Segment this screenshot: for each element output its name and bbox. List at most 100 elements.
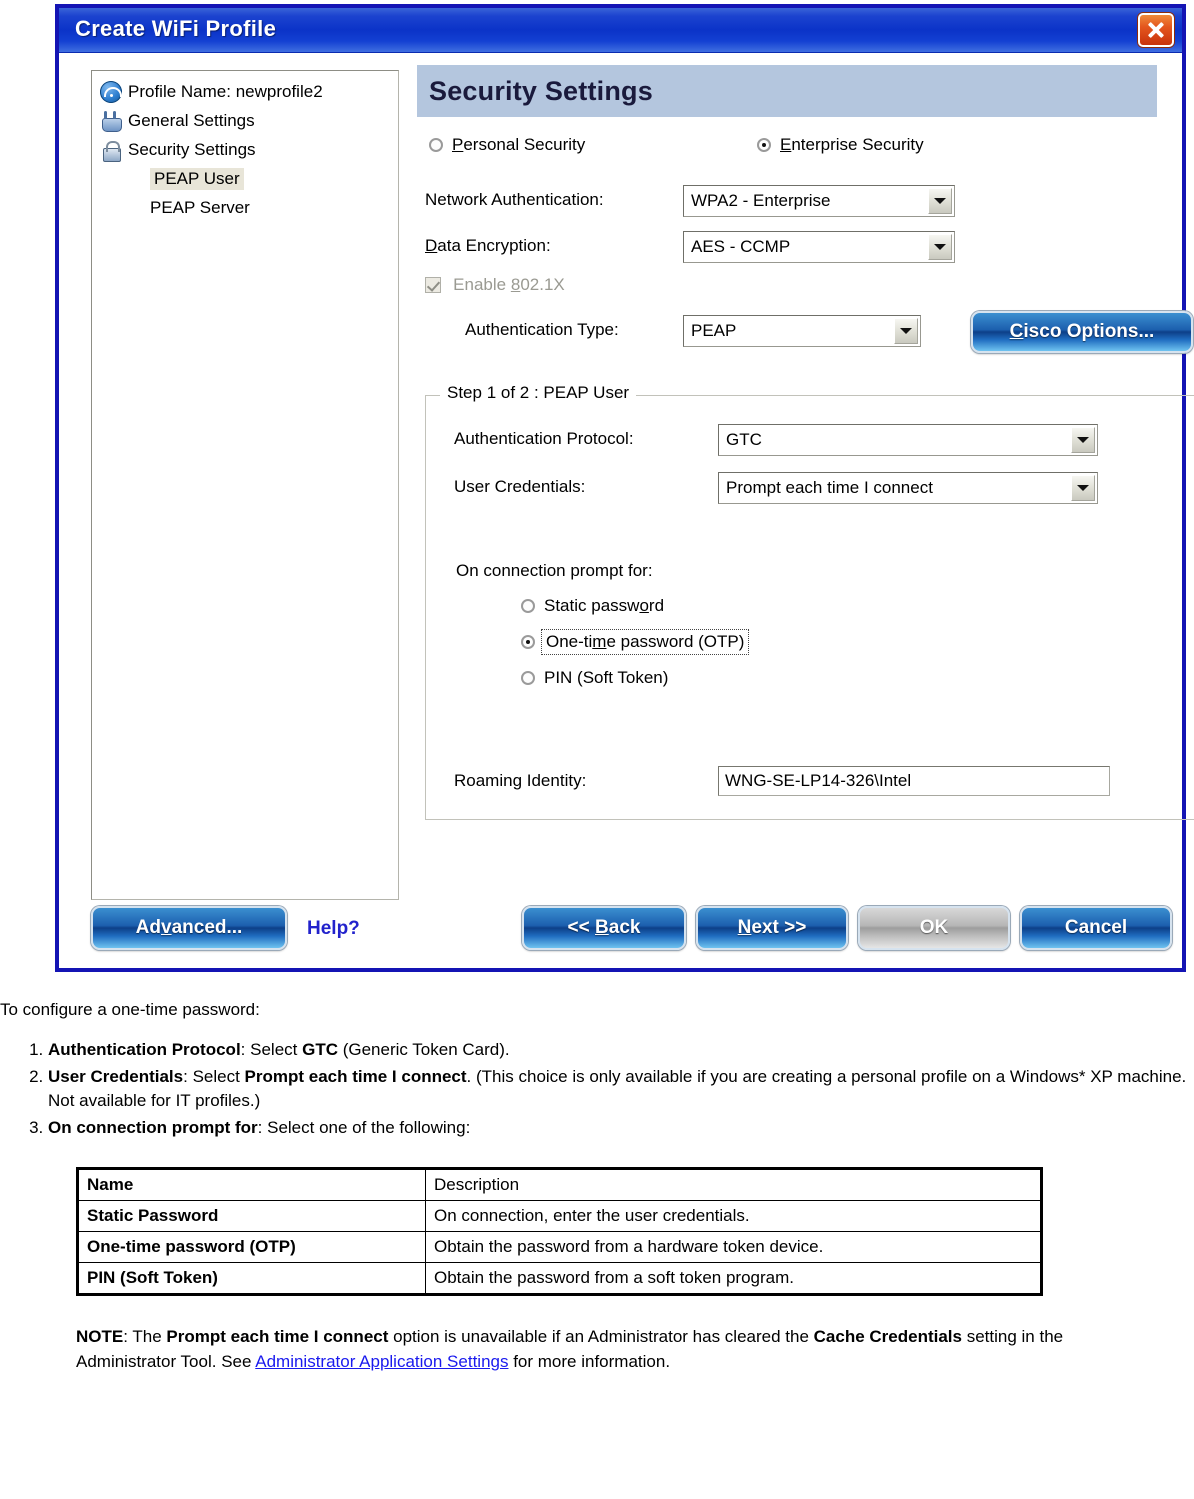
enable-8021x-checkbox[interactable] [425, 277, 441, 293]
cancel-button[interactable]: Cancel [1020, 906, 1172, 950]
table-cell-name: One-time password (OTP) [77, 1230, 426, 1263]
steps-list: Authentication Protocol: Select GTC (Gen… [0, 1038, 1194, 1141]
table-row: PIN (Soft Token) Obtain the password fro… [77, 1261, 1042, 1295]
table-cell-name: Static Password [77, 1199, 426, 1232]
dialog-titlebar: Create WiFi Profile [59, 8, 1182, 53]
list-item: User Credentials: Select Prompt each tim… [48, 1065, 1194, 1114]
enable-8021x-row: Enable 802.1X [417, 275, 1168, 303]
dialog-button-bar: Advanced... Help? << Back Next >> OK Can… [59, 906, 1182, 954]
help-link[interactable]: Help? [307, 918, 360, 940]
tree-item-peap-user[interactable]: PEAP User [92, 164, 398, 193]
column-header-name: Name [77, 1167, 426, 1201]
radio-personal-security[interactable]: Personal Security [429, 135, 585, 155]
advanced-button[interactable]: Advanced... [91, 906, 287, 950]
authentication-type-select[interactable]: PEAP [683, 315, 921, 347]
radio-enterprise-security[interactable]: Enterprise Security [757, 135, 924, 155]
note-paragraph: NOTE: The Prompt each time I connect opt… [76, 1324, 1086, 1375]
options-table: Name Description Static Password On conn… [76, 1166, 1043, 1296]
step-group-title: Step 1 of 2 : PEAP User [440, 383, 637, 403]
table-row: Static Password On connection, enter the… [77, 1199, 1042, 1232]
step-bold-b: GTC [302, 1040, 338, 1059]
network-authentication-label: Network Authentication: [425, 190, 604, 209]
table-cell-description: Obtain the password from a soft token pr… [425, 1261, 1042, 1295]
data-encryption-value: AES - CCMP [691, 237, 791, 256]
radio-one-time-password[interactable]: One-time password (OTP) [521, 629, 750, 655]
intro-paragraph: To configure a one-time password: [0, 1000, 260, 1019]
wifi-icon [100, 80, 122, 103]
documentation-body: To configure a one-time password: Authen… [0, 1000, 1194, 1375]
table-row: One-time password (OTP) Obtain the passw… [77, 1230, 1042, 1263]
radio-indicator [757, 138, 771, 152]
cisco-options-button[interactable]: Cisco Options... [971, 311, 1193, 353]
table-cell-description: On connection, enter the user credential… [425, 1199, 1042, 1232]
section-header: Security Settings [417, 65, 1157, 117]
tree-item-label: General Settings [128, 110, 255, 130]
next-button[interactable]: Next >> [696, 906, 848, 950]
tree-item-label: PEAP User [150, 167, 244, 190]
roaming-identity-input[interactable]: WNG-SE-LP14-326\Intel [718, 766, 1110, 796]
dialog-body: Profile Name: newprofile2 General Settin… [59, 53, 1194, 968]
cancel-button-label: Cancel [1064, 917, 1128, 938]
authentication-protocol-row: Authentication Protocol: GTC [448, 424, 1188, 458]
data-encryption-select[interactable]: AES - CCMP [683, 231, 955, 263]
tree-item-security-settings[interactable]: Security Settings [92, 135, 398, 164]
tree-item-label: Profile Name: newprofile2 [128, 81, 323, 101]
step-bold-b: Prompt each time I connect [244, 1066, 467, 1086]
list-item: On connection prompt for: Select one of … [48, 1116, 1194, 1141]
chevron-down-icon[interactable] [1071, 427, 1095, 453]
authentication-type-value: PEAP [691, 321, 737, 340]
radio-indicator [429, 138, 443, 152]
radio-pin-soft-token[interactable]: PIN (Soft Token) [521, 668, 668, 688]
tree-item-peap-server[interactable]: PEAP Server [92, 193, 398, 222]
chevron-down-icon[interactable] [928, 234, 952, 260]
note-part4: for more information. [508, 1352, 671, 1372]
ok-button-label: OK [919, 917, 949, 938]
chevron-down-icon[interactable] [894, 318, 918, 344]
ok-button[interactable]: OK [858, 906, 1010, 950]
chevron-down-icon[interactable] [928, 188, 952, 214]
note-part1: : The [123, 1326, 167, 1346]
step-group-content: Authentication Protocol: GTC User Creden… [448, 424, 1188, 506]
step-rest-b: (Generic Token Card). [337, 1040, 510, 1059]
roaming-identity-label: Roaming Identity: [454, 771, 587, 790]
list-item: Authentication Protocol: Select GTC (Gen… [48, 1038, 1194, 1063]
prompt-for-label: On connection prompt for: [456, 561, 653, 580]
data-encryption-row: Data Encryption: AES - CCMP [417, 231, 1168, 265]
tree-item-profile-name[interactable]: Profile Name: newprofile2 [92, 77, 398, 106]
roaming-identity-value: WNG-SE-LP14-326\Intel [725, 771, 912, 790]
user-credentials-label: User Credentials: [454, 477, 586, 496]
create-wifi-profile-dialog: Create WiFi Profile Profile Name: newpro… [55, 4, 1194, 972]
note-label: NOTE [76, 1326, 124, 1346]
radio-indicator [521, 635, 535, 649]
authentication-protocol-value: GTC [726, 430, 762, 449]
device-icon [100, 110, 122, 132]
authentication-type-label: Authentication Type: [465, 320, 619, 339]
authentication-protocol-select[interactable]: GTC [718, 424, 1098, 456]
security-mode-radio-group: Personal Security Enterprise Security [417, 135, 1168, 163]
radio-indicator [521, 599, 535, 613]
user-credentials-select[interactable]: Prompt each time I connect [718, 472, 1098, 504]
lock-icon [100, 139, 122, 162]
network-authentication-select[interactable]: WPA2 - Enterprise [683, 185, 955, 217]
radio-static-password[interactable]: Static password [521, 596, 664, 616]
step-rest-a: : Select one of the following: [257, 1117, 471, 1137]
network-authentication-value: WPA2 - Enterprise [691, 191, 831, 210]
dialog-title: Create WiFi Profile [75, 16, 277, 41]
table-cell-name: PIN (Soft Token) [77, 1261, 426, 1295]
step-term: User Credentials [48, 1066, 184, 1086]
authentication-type-row: Authentication Type: PEAP Cisco Options.… [417, 311, 1193, 353]
note-bold1: Prompt each time I connect [166, 1326, 389, 1346]
step-rest-a: : Select [240, 1040, 303, 1059]
user-credentials-row: User Credentials: Prompt each time I con… [448, 472, 1188, 506]
step-group-box: Step 1 of 2 : PEAP User Authentication P… [425, 383, 1194, 820]
step-term: On connection prompt for [48, 1117, 258, 1137]
page-title: Security Settings [429, 75, 653, 106]
chevron-down-icon[interactable] [1071, 475, 1095, 501]
tree-item-general-settings[interactable]: General Settings [92, 106, 398, 135]
administrator-application-settings-link[interactable]: Administrator Application Settings [255, 1352, 508, 1371]
network-authentication-row: Network Authentication: WPA2 - Enterpris… [417, 185, 1168, 219]
back-button[interactable]: << Back [522, 906, 686, 950]
authentication-protocol-label: Authentication Protocol: [454, 429, 634, 448]
step-rest-a: : Select [183, 1066, 245, 1086]
close-icon[interactable] [1138, 13, 1174, 47]
